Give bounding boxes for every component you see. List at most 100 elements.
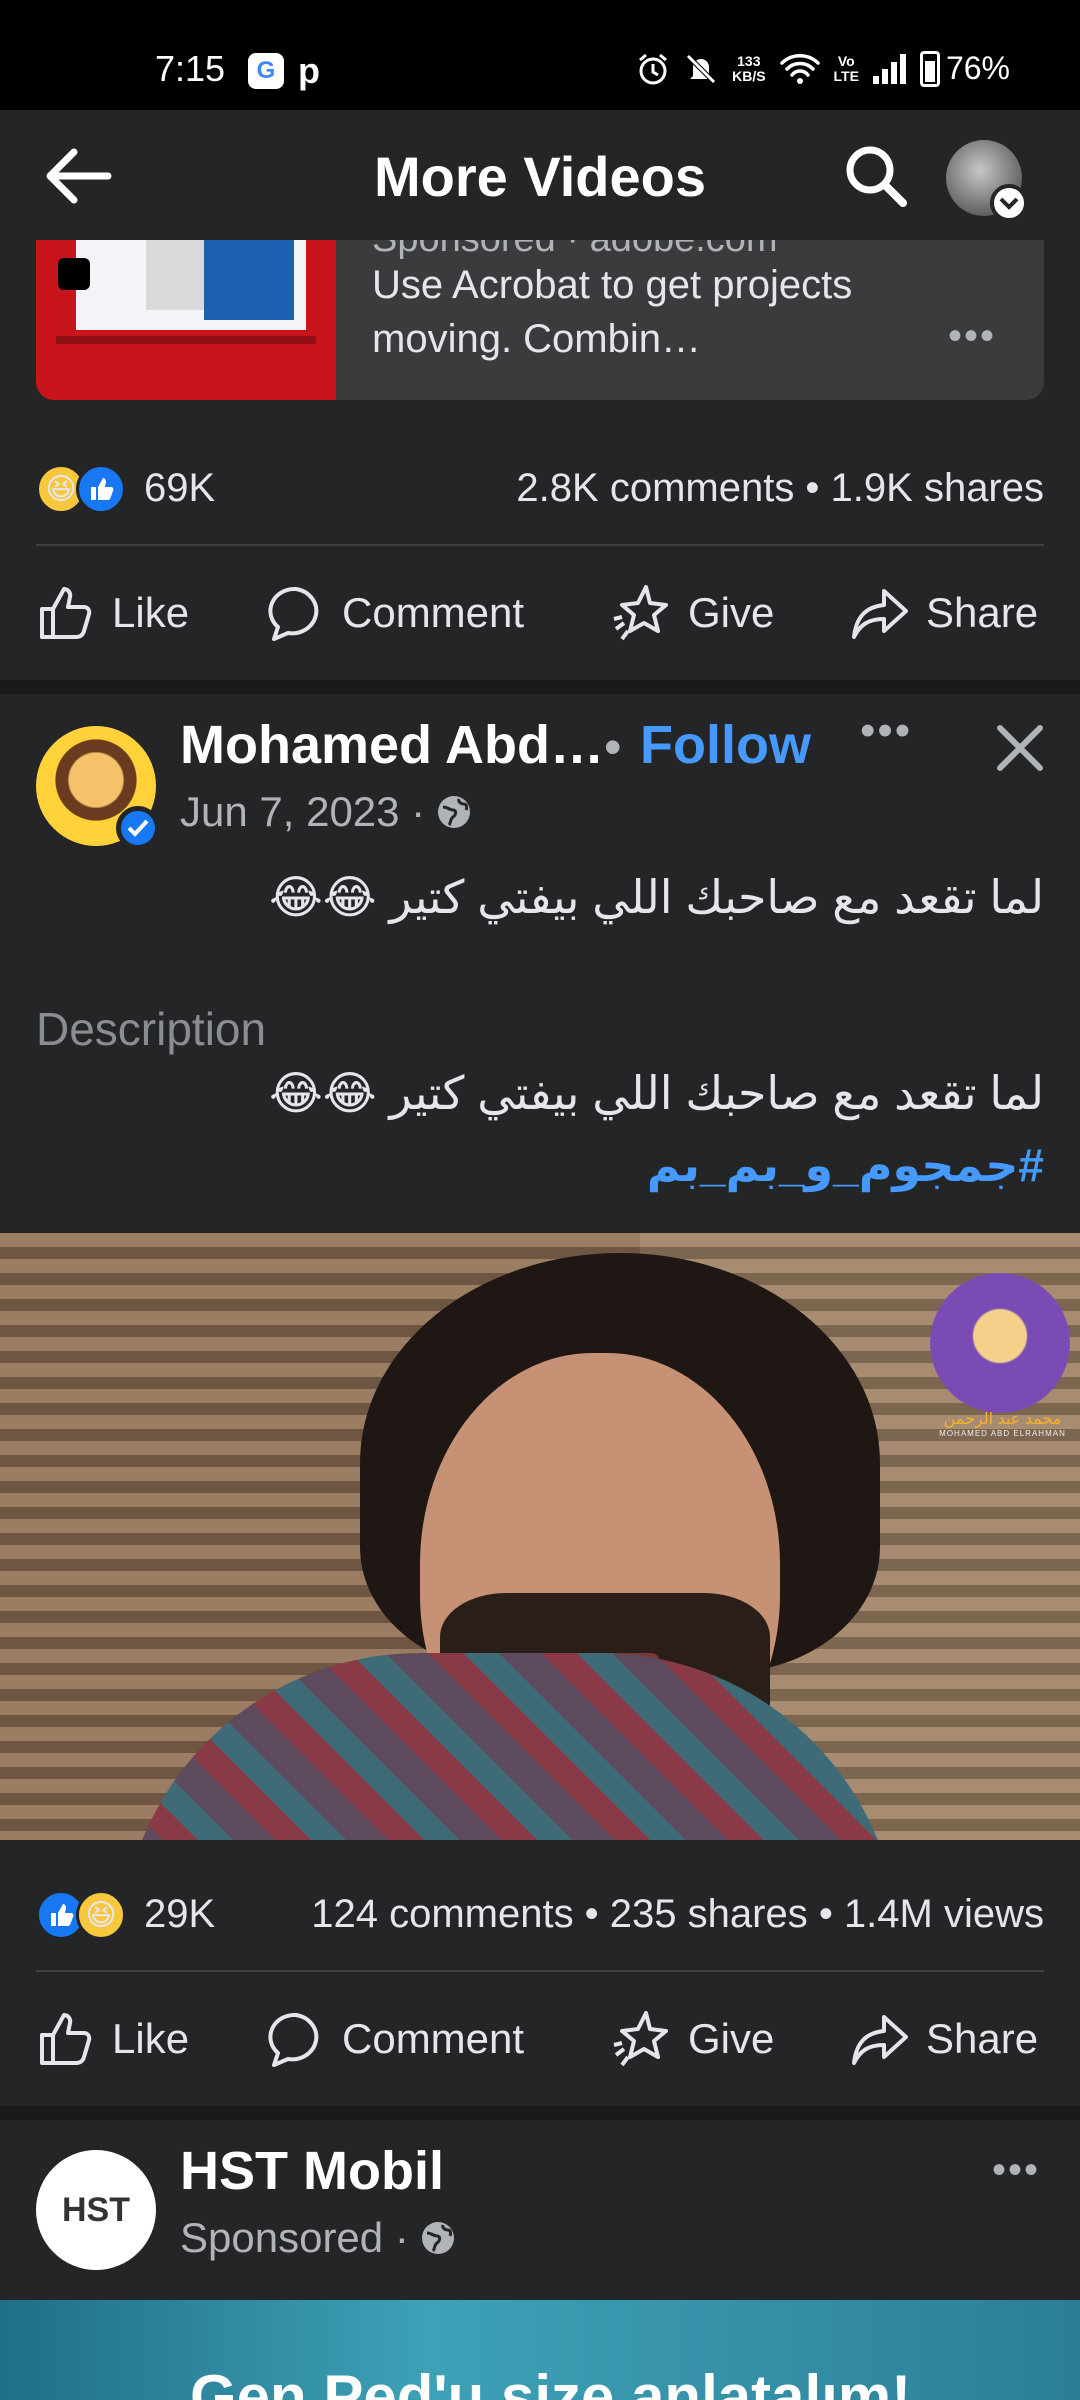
- volte-top: Vo: [837, 52, 855, 69]
- status-app-icons: G p: [248, 50, 320, 92]
- network-speed-value: 133: [737, 52, 761, 69]
- ad-more-options-button[interactable]: •••: [948, 314, 996, 359]
- app-header: More Videos: [0, 110, 1080, 240]
- sponsored-label: Sponsored ·: [180, 2214, 409, 2261]
- give-icon: [613, 2011, 668, 2067]
- give-label: Give: [688, 2015, 775, 2062]
- give-label: Give: [688, 589, 775, 636]
- channel-watermark-name: محمد عبد الرحمن: [943, 1411, 1062, 1428]
- network-speed-unit: KB/S: [732, 67, 766, 84]
- verified-badge-icon: [116, 806, 160, 850]
- next-post-more-options-button[interactable]: •••: [992, 2148, 1040, 2193]
- post-stats: 😆 29K 124 comments • 235 shares • 1.4M v…: [36, 1874, 1044, 1954]
- comment-icon: [268, 2012, 319, 2067]
- battery-percent: 76%: [945, 50, 1010, 86]
- next-post-avatar[interactable]: HST: [36, 2150, 156, 2270]
- post-date-text: Jun 7, 2023 ·: [180, 788, 426, 835]
- haha-reaction-icon: 😆: [76, 1890, 126, 1940]
- reaction-icons[interactable]: 😆: [36, 1890, 126, 1940]
- status-bar: 7:15 G p 133 KB/S Vo LTE 76%: [0, 0, 1080, 110]
- google-app-icon: G: [248, 53, 284, 89]
- ad-document-cover: [204, 240, 294, 320]
- like-icon: [40, 587, 92, 639]
- next-post-banner-text: Gen Ped'u size anlatalım!: [190, 2363, 912, 2400]
- page-title: More Videos: [374, 145, 706, 208]
- video-player[interactable]: محمد عبد الرحمن MOHAMED ABD ELRAHMAN: [0, 1233, 1080, 1840]
- search-icon: [846, 146, 907, 207]
- next-post-sponsored: Sponsored ·: [180, 2214, 457, 2262]
- give-button[interactable]: Give: [612, 1994, 774, 2084]
- post-description: لما تقعد مع صاحبك اللي بيفتي كتير 😂😂: [269, 1067, 1044, 1119]
- like-label: Like: [112, 589, 190, 636]
- follow-button[interactable]: Follow: [640, 714, 811, 776]
- like-reaction-icon: [76, 464, 126, 514]
- hst-logo-text: HST: [62, 2190, 130, 2229]
- reaction-count[interactable]: 69K: [144, 466, 215, 511]
- signal-icon: [872, 53, 906, 84]
- volte-bottom: LTE: [833, 67, 859, 84]
- comment-icon: [268, 586, 319, 641]
- p-app-icon: p: [298, 50, 320, 91]
- post-date: Jun 7, 2023 ·: [180, 788, 473, 836]
- chevron-down-icon: [990, 184, 1028, 222]
- hashtag-link[interactable]: #جمجوم_و_بم_بم: [647, 1138, 1044, 1192]
- ad-thumbnail[interactable]: [36, 240, 336, 400]
- author-name[interactable]: Mohamed Abd…: [180, 714, 604, 776]
- share-button[interactable]: Share: [850, 1994, 1038, 2084]
- status-indicators: 133 KB/S Vo LTE 76%: [636, 50, 1010, 87]
- next-post-media[interactable]: Gen Ped'u size anlatalım!: [0, 2300, 1080, 2400]
- share-icon: [852, 2015, 908, 2065]
- ad-document-illustration: [76, 240, 306, 330]
- status-time: 7:15: [155, 48, 226, 89]
- post-more-options-button[interactable]: •••: [860, 706, 912, 756]
- comments-shares-views-count[interactable]: 124 comments • 235 shares • 1.4M views: [311, 1892, 1044, 1937]
- post-caption: لما تقعد مع صاحبك اللي بيفتي كتير 😂😂: [269, 871, 1044, 923]
- battery-icon: [919, 50, 940, 87]
- comments-shares-count[interactable]: 2.8K comments • 1.9K shares: [516, 466, 1044, 511]
- give-icon: [613, 585, 668, 641]
- volte-indicator: Vo LTE: [833, 52, 859, 84]
- comment-button[interactable]: Comment: [266, 1994, 524, 2084]
- sponsored-ad-card[interactable]: Sponsored · adobe.com Use Acrobat to get…: [36, 240, 1044, 400]
- like-label: Like: [112, 2015, 190, 2062]
- ad-bottom-gap: [0, 400, 1080, 436]
- post-actions: Like Comment Give Share: [0, 1994, 1080, 2084]
- comment-label: Comment: [342, 2015, 525, 2062]
- share-label: Share: [926, 589, 1039, 636]
- share-label: Share: [926, 2015, 1039, 2062]
- close-post-button[interactable]: [990, 718, 1050, 778]
- globe-icon: [438, 796, 471, 828]
- alarm-icon: [639, 53, 668, 84]
- divider: [36, 1970, 1044, 1972]
- like-button[interactable]: Like: [36, 568, 189, 658]
- like-button[interactable]: Like: [36, 1994, 189, 2084]
- first-post-stats: 😆 69K 2.8K comments • 1.9K shares: [36, 448, 1044, 528]
- channel-watermark-logo: [930, 1273, 1070, 1413]
- share-button[interactable]: Share: [850, 568, 1038, 658]
- search-button[interactable]: [840, 140, 910, 210]
- description-label: Description: [36, 1003, 267, 1055]
- share-icon: [852, 589, 908, 639]
- profile-avatar-button[interactable]: [946, 140, 1028, 222]
- network-speed: 133 KB/S: [732, 52, 766, 84]
- author-avatar[interactable]: [36, 726, 160, 850]
- channel-watermark-name-en: MOHAMED ABD ELRAHMAN: [939, 1429, 1066, 1438]
- reaction-count[interactable]: 29K: [144, 1892, 215, 1937]
- next-post-author[interactable]: HST Mobil: [180, 2140, 444, 2202]
- divider: [36, 544, 1044, 546]
- ad-thumbnail-shelf: [56, 336, 316, 344]
- ad-document-photo: [146, 240, 206, 310]
- mute-icon: [686, 53, 716, 84]
- close-icon: [997, 725, 1043, 771]
- post-separator: [0, 2106, 1080, 2120]
- comment-label: Comment: [342, 589, 525, 636]
- follow-separator: •: [604, 719, 622, 775]
- give-button[interactable]: Give: [612, 568, 774, 658]
- wifi-icon: [779, 53, 820, 84]
- first-post-actions: Like Comment Give Share: [0, 568, 1080, 658]
- globe-icon: [421, 2222, 454, 2254]
- reaction-icons[interactable]: 😆: [36, 464, 126, 514]
- post-separator: [0, 680, 1080, 694]
- like-icon: [40, 2013, 92, 2065]
- comment-button[interactable]: Comment: [266, 568, 524, 658]
